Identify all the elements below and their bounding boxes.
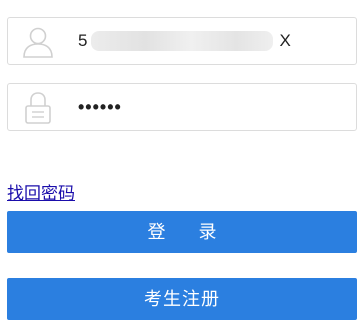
register-button[interactable]: 考生注册 [7, 278, 357, 320]
login-form: 5 X •••••• 找回密码 登 录 考生注册 [0, 0, 360, 331]
lock-icon [20, 90, 56, 126]
username-field[interactable]: 5 X [7, 17, 357, 65]
login-button[interactable]: 登 录 [7, 211, 357, 253]
username-redaction [91, 31, 274, 51]
username-prefix: 5 [78, 31, 88, 50]
forgot-password-link[interactable]: 找回密码 [7, 183, 75, 205]
user-icon [20, 24, 56, 60]
password-field[interactable]: •••••• [7, 83, 357, 131]
password-input[interactable]: •••••• [78, 84, 338, 130]
username-suffix: X [279, 31, 291, 50]
username-input[interactable]: 5 X [78, 18, 338, 64]
